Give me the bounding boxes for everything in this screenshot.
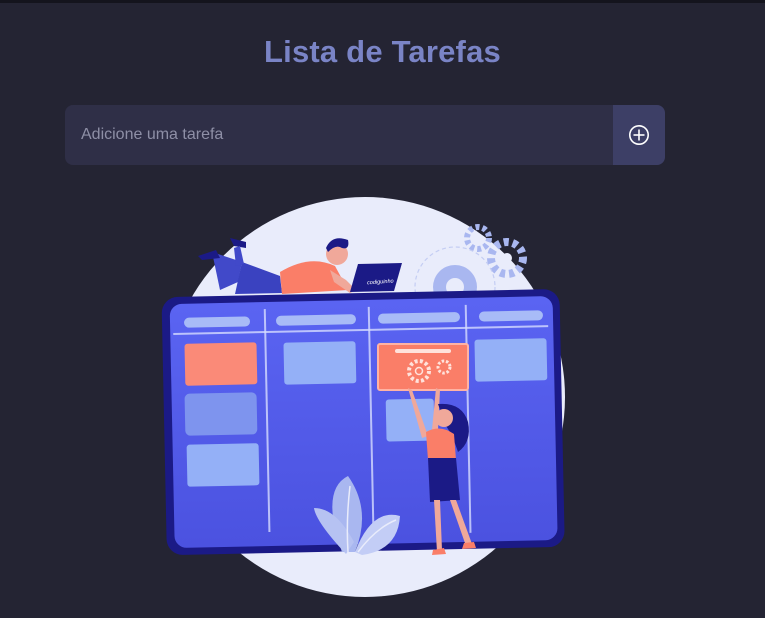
kanban-board xyxy=(161,289,565,555)
plus-circle-icon xyxy=(629,125,649,145)
task-input[interactable] xyxy=(65,105,613,165)
task-form xyxy=(65,105,665,165)
settings-task-card xyxy=(377,343,469,391)
kanban-illustration: codiguinho xyxy=(161,197,565,597)
add-task-button[interactable] xyxy=(613,105,665,165)
window-top-border xyxy=(0,0,765,3)
page-title: Lista de Tarefas xyxy=(264,34,501,69)
